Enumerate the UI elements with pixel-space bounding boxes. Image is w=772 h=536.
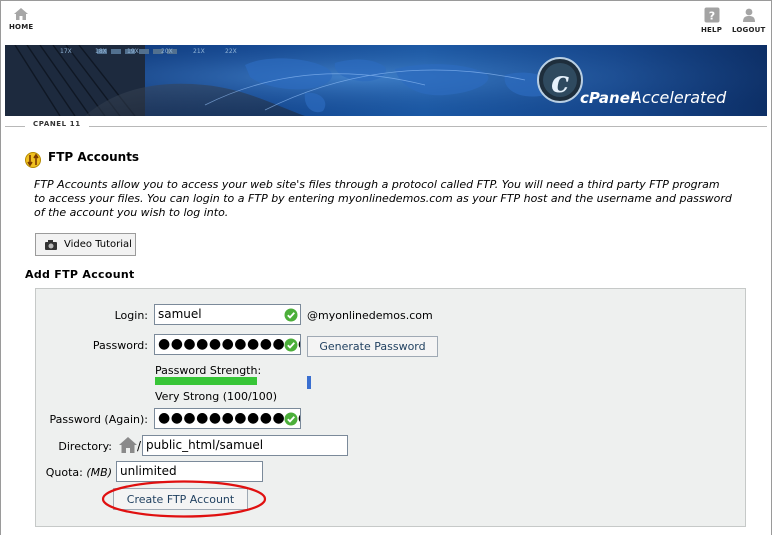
password-input[interactable]: ●●●●●●●●●●●●● bbox=[154, 334, 301, 355]
logout-icon bbox=[742, 8, 755, 22]
help-button[interactable]: ? HELP bbox=[701, 7, 722, 34]
password-strength-text: Very Strong (100/100) bbox=[155, 390, 278, 403]
strength-marker bbox=[307, 376, 311, 389]
password-again-label: Password (Again): bbox=[49, 413, 148, 426]
svg-text:18X: 18X bbox=[95, 48, 107, 55]
section-title: Add FTP Account bbox=[25, 268, 135, 281]
home-button[interactable]: HOME bbox=[9, 7, 33, 31]
svg-text:19X: 19X bbox=[127, 48, 139, 55]
directory-label: Directory: bbox=[58, 440, 112, 453]
quota-input[interactable]: unlimited bbox=[116, 461, 263, 482]
help-icon: ? bbox=[704, 7, 720, 23]
logout-label: LOGOUT bbox=[732, 26, 766, 34]
page-description: FTP Accounts allow you to access your we… bbox=[34, 178, 732, 219]
password-valid-check-icon bbox=[284, 338, 298, 352]
home-icon bbox=[14, 8, 29, 20]
top-nav: HOME ? HELP LOGOUT bbox=[1, 1, 771, 43]
password-again-input[interactable]: ●●●●●●●●●●●●● bbox=[154, 408, 301, 429]
brand-name: cPanel bbox=[580, 89, 636, 107]
page-title: FTP Accounts bbox=[48, 150, 140, 164]
quota-label: Quota: (MB) bbox=[30, 466, 112, 479]
password-label: Password: bbox=[92, 339, 148, 352]
login-valid-check-icon bbox=[284, 308, 298, 322]
svg-text:20X: 20X bbox=[161, 48, 173, 55]
svg-text:21X: 21X bbox=[193, 48, 205, 55]
logout-button[interactable]: LOGOUT bbox=[732, 7, 766, 34]
cpanel-banner: 17X 18X 19X 20X 21X 22X c cPanel Accelerated bbox=[5, 45, 767, 116]
login-input[interactable]: samuel bbox=[154, 304, 301, 325]
domain-suffix: @myonlinedemos.com bbox=[307, 309, 433, 322]
quota-unit: (MB) bbox=[86, 466, 112, 479]
password-again-valid-check-icon bbox=[284, 412, 298, 426]
video-tutorial-button[interactable]: Video Tutorial bbox=[35, 233, 136, 256]
login-label: Login: bbox=[114, 309, 148, 322]
password-strength-label: Password Strength: bbox=[155, 364, 262, 377]
directory-slash: / bbox=[137, 439, 142, 453]
logo-letter: c bbox=[551, 65, 569, 100]
svg-text:?: ? bbox=[708, 10, 714, 23]
quota-label-text: Quota: bbox=[45, 466, 83, 479]
password-strength-bar bbox=[155, 377, 257, 385]
camera-icon bbox=[45, 239, 57, 250]
home-label: HOME bbox=[9, 23, 34, 31]
create-ftp-account-button[interactable]: Create FTP Account bbox=[113, 488, 248, 510]
svg-text:22X: 22X bbox=[225, 48, 237, 55]
password-strength-fill bbox=[155, 377, 257, 385]
tab-strip: CPANEL 11 bbox=[5, 116, 767, 136]
tab-cpanel: CPANEL 11 bbox=[25, 120, 89, 128]
ftp-arrows-icon bbox=[25, 152, 41, 168]
home-directory-icon bbox=[119, 437, 137, 453]
generate-password-button[interactable]: Generate Password bbox=[307, 336, 438, 357]
help-label: HELP bbox=[701, 26, 723, 34]
svg-text:17X: 17X bbox=[60, 48, 72, 55]
directory-input[interactable]: public_html/samuel bbox=[142, 435, 348, 456]
video-tutorial-label: Video Tutorial bbox=[64, 239, 132, 250]
brand-tagline: Accelerated bbox=[630, 88, 727, 107]
